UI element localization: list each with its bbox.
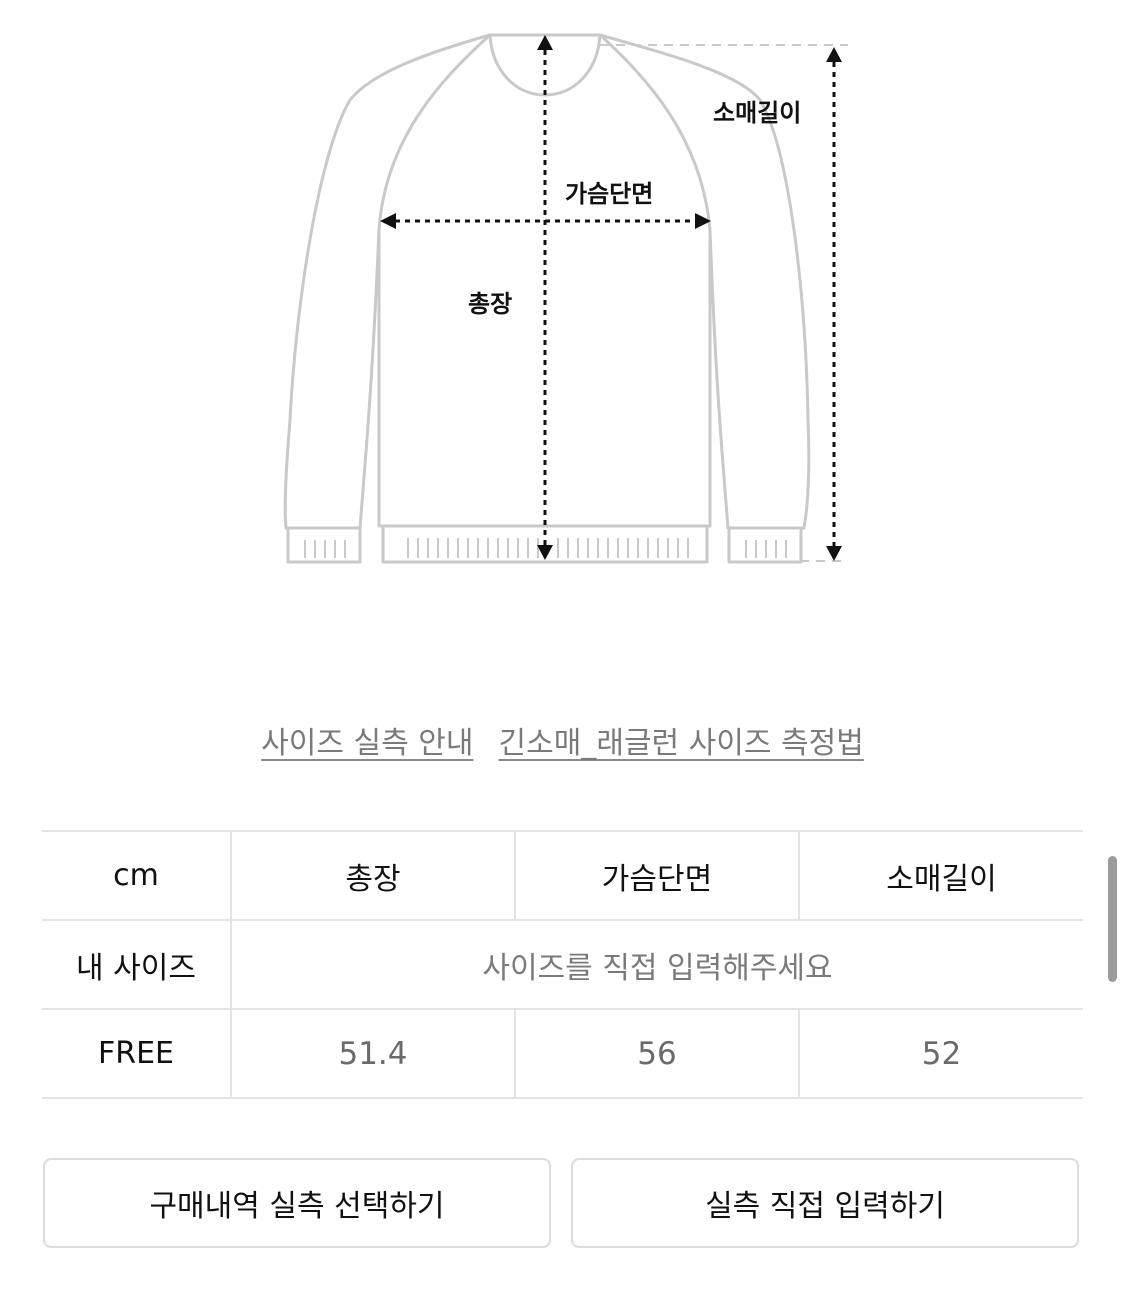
size-guide-link[interactable]: 사이즈 실측 안내 bbox=[261, 718, 473, 762]
my-size-label: 내 사이즈 bbox=[42, 919, 231, 1010]
table-row: FREE 51.4 56 52 bbox=[42, 1008, 1083, 1099]
size-diagram: 소매길이 가슴단면 총장 bbox=[0, 0, 1125, 600]
column-header-sleeve-length: 소매길이 bbox=[798, 830, 1083, 921]
value-total-length: 51.4 bbox=[230, 1008, 515, 1099]
size-label-free: FREE bbox=[42, 1008, 231, 1099]
unit-header: cm bbox=[42, 830, 231, 921]
total-length-label: 총장 bbox=[468, 290, 512, 318]
measure-method-link[interactable]: 긴소매_래글런 사이즈 측정법 bbox=[499, 718, 864, 762]
value-sleeve-length: 52 bbox=[798, 1008, 1083, 1099]
my-size-row: 내 사이즈 사이즈를 직접 입력해주세요 bbox=[42, 919, 1083, 1010]
select-from-orders-button[interactable]: 구매내역 실측 선택하기 bbox=[43, 1158, 551, 1248]
my-size-input-prompt[interactable]: 사이즈를 직접 입력해주세요 bbox=[230, 919, 1083, 1010]
size-guide-links: 사이즈 실측 안내 긴소매_래글런 사이즈 측정법 bbox=[0, 718, 1125, 768]
raglan-sweater-illustration: 소매길이 가슴단면 총장 bbox=[283, 33, 848, 564]
column-header-total-length: 총장 bbox=[230, 830, 515, 921]
chest-width-label: 가슴단면 bbox=[565, 180, 653, 208]
direct-input-button[interactable]: 실측 직접 입력하기 bbox=[571, 1158, 1079, 1248]
size-table: cm 총장 가슴단면 소매길이 내 사이즈 사이즈를 직접 입력해주세요 FRE… bbox=[42, 830, 1083, 1099]
sleeve-length-label: 소매길이 bbox=[713, 99, 801, 127]
value-chest-width: 56 bbox=[514, 1008, 799, 1099]
scrollbar-thumb[interactable] bbox=[1108, 856, 1117, 982]
table-header-row: cm 총장 가슴단면 소매길이 bbox=[42, 830, 1083, 921]
column-header-chest-width: 가슴단면 bbox=[514, 830, 799, 921]
